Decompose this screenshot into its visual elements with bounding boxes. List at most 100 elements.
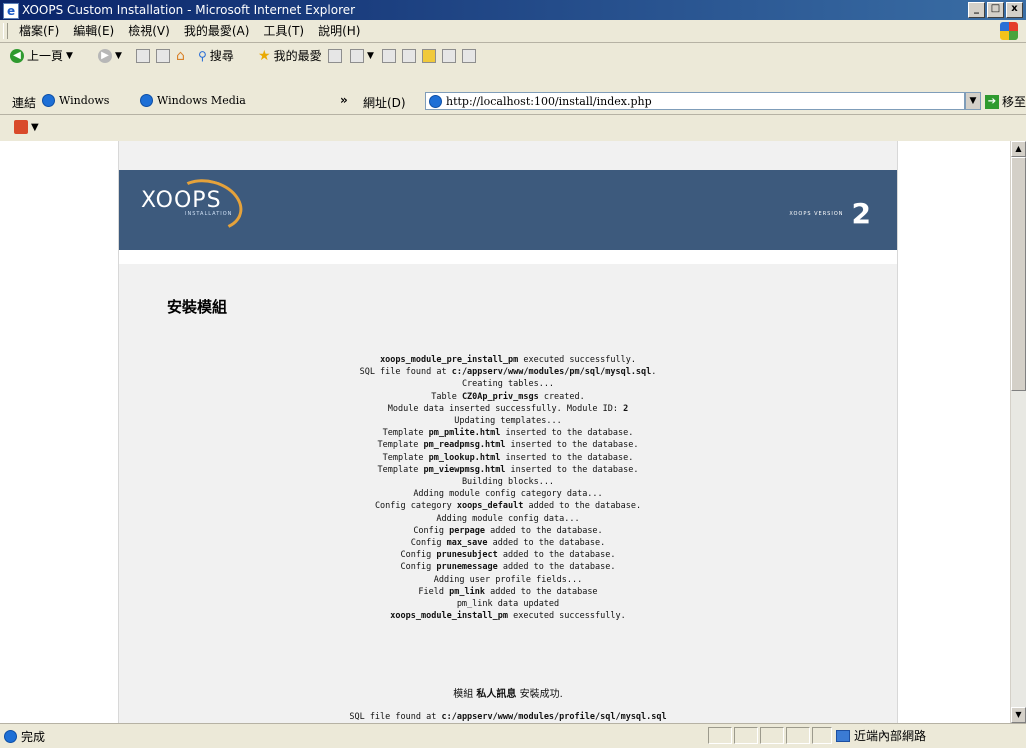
log-line: Template pm_readpmsg.html inserted to th… xyxy=(377,440,639,451)
address-bar: 連結 Windows Windows Media » 網址(D) http://… xyxy=(0,90,1026,115)
intranet-zone-icon xyxy=(836,729,850,742)
minimize-button[interactable]: _ xyxy=(968,2,985,18)
research-icon xyxy=(462,49,476,63)
version-label: XOOPS VERSION xyxy=(789,211,844,217)
standard-toolbar: ◀ 上一頁 ▼ ▶ ▼ ⌂ ⚲ 搜尋 ★ 我的最愛 ▼ xyxy=(0,43,1026,70)
search-icon: ⚲ xyxy=(198,49,207,63)
discuss-button[interactable] xyxy=(442,47,456,65)
mail-icon xyxy=(350,49,364,63)
version-badge: XOOPS VERSION 2 xyxy=(789,200,871,228)
favorites-button[interactable]: ★ 我的最愛 xyxy=(258,47,322,65)
extra-toolbar: ▼ xyxy=(0,115,1026,142)
research-button[interactable] xyxy=(462,47,476,65)
ie-page-icon xyxy=(42,94,55,107)
links-overflow-chevron[interactable]: » xyxy=(340,93,348,107)
address-dropdown-button[interactable]: ▼ xyxy=(965,92,981,110)
status-panel xyxy=(760,727,784,744)
log-line: pm_link data updated xyxy=(456,599,560,610)
partial-log-line: SQL file found at c:/appserv/www/modules… xyxy=(119,712,897,722)
title-bar: XOOPS Custom Installation - Microsoft In… xyxy=(0,0,1026,21)
log-line: Template pm_lookup.html inserted to the … xyxy=(382,452,634,463)
log-line: SQL file found at c:/appserv/www/modules… xyxy=(359,367,657,378)
vertical-scrollbar[interactable]: ▲ ▼ xyxy=(1010,141,1026,723)
messenger-button[interactable] xyxy=(422,47,436,65)
log-line: Config prunemessage added to the databas… xyxy=(400,562,616,573)
edit-button[interactable] xyxy=(402,47,416,65)
banner-stripe xyxy=(119,250,897,264)
log-line: Building blocks... xyxy=(461,477,555,488)
home-button[interactable]: ⌂ xyxy=(176,47,185,65)
ie-page-icon xyxy=(4,730,17,743)
toolbar-row-spacer xyxy=(0,69,1026,91)
toolbar-grip[interactable] xyxy=(3,23,8,39)
scroll-down-button[interactable]: ▼ xyxy=(1011,707,1026,723)
toolbar-widget[interactable]: ▼ xyxy=(14,120,39,134)
link-windows-media-label: Windows Media xyxy=(157,94,246,107)
search-label: 搜尋 xyxy=(209,49,234,63)
forward-button[interactable]: ▶ ▼ xyxy=(98,47,122,65)
menu-edit[interactable]: 編輯(E) xyxy=(66,23,121,39)
back-button[interactable]: ◀ 上一頁 ▼ xyxy=(10,47,73,65)
go-arrow-icon: ➔ xyxy=(985,94,999,109)
messenger-icon xyxy=(422,49,436,63)
menu-favorites[interactable]: 我的最愛(A) xyxy=(177,23,257,39)
log-line: Template pm_viewpmsg.html inserted to th… xyxy=(377,464,639,475)
ie-page-icon xyxy=(140,94,153,107)
log-line: Updating templates... xyxy=(454,416,562,427)
log-line: Adding module config category data... xyxy=(413,489,603,500)
forward-arrow-icon: ▶ xyxy=(98,49,112,63)
stop-button[interactable] xyxy=(136,47,150,65)
log-line: xoops_module_pre_install_pm executed suc… xyxy=(380,355,636,365)
address-url: http://localhost:100/install/index.php xyxy=(446,94,652,108)
chevron-down-icon: ▼ xyxy=(115,51,122,61)
go-button[interactable]: ➔ 移至 xyxy=(985,93,1026,110)
scroll-thumb[interactable] xyxy=(1011,157,1026,391)
version-number: 2 xyxy=(851,197,871,230)
link-windows-media[interactable]: Windows Media xyxy=(140,94,246,107)
search-button[interactable]: ⚲ 搜尋 xyxy=(198,47,234,65)
log-line: Creating tables... xyxy=(461,379,555,390)
menu-help[interactable]: 說明(H) xyxy=(311,23,367,39)
star-icon: ★ xyxy=(258,48,271,64)
refresh-button[interactable] xyxy=(156,47,170,65)
success-module-name: 私人訊息 xyxy=(476,689,517,700)
chevron-down-icon: ▼ xyxy=(31,121,39,133)
scroll-up-button[interactable]: ▲ xyxy=(1011,141,1026,157)
status-panel xyxy=(734,727,758,744)
status-bar: 完成 近端內部網路 xyxy=(0,723,1026,748)
log-line: Config perpage added to the database. xyxy=(413,525,603,536)
status-panel xyxy=(812,727,832,744)
log-line: Module data inserted successfully. Modul… xyxy=(387,403,629,414)
menu-view[interactable]: 檢視(V) xyxy=(121,23,177,39)
ie-icon xyxy=(3,1,19,21)
address-input[interactable]: http://localhost:100/install/index.php xyxy=(425,92,965,110)
address-label: 網址(D) xyxy=(363,96,406,110)
link-windows[interactable]: Windows xyxy=(42,94,109,107)
history-icon xyxy=(328,49,342,63)
mail-button[interactable]: ▼ xyxy=(350,47,374,65)
print-button[interactable] xyxy=(382,47,396,65)
favorites-label: 我的最愛 xyxy=(273,49,322,63)
menu-bar: 檔案(F) 編輯(E) 檢視(V) 我的最愛(A) 工具(T) 說明(H) xyxy=(0,20,1026,43)
go-label: 移至 xyxy=(1002,95,1026,109)
close-button[interactable]: x xyxy=(1006,2,1023,18)
security-zone: 近端內部網路 xyxy=(836,727,926,744)
log-line: Field pm_link added to the database xyxy=(418,586,598,597)
logo-swoosh-icon xyxy=(167,171,249,239)
chevron-down-icon: ▼ xyxy=(367,51,374,61)
back-label: 上一頁 xyxy=(27,49,64,63)
log-line: Adding module config data... xyxy=(436,513,580,524)
link-windows-label: Windows xyxy=(59,94,110,107)
back-arrow-icon: ◀ xyxy=(10,49,24,63)
log-line: xoops_module_install_pm executed success… xyxy=(390,611,626,622)
install-page: XOOPS INSTALLATION XOOPS VERSION 2 安裝模組 … xyxy=(118,141,898,723)
menu-tools[interactable]: 工具(T) xyxy=(256,23,311,39)
menu-file[interactable]: 檔案(F) xyxy=(12,23,66,39)
widget-icon xyxy=(14,120,28,134)
status-panel xyxy=(786,727,810,744)
page-viewport: XOOPS INSTALLATION XOOPS VERSION 2 安裝模組 … xyxy=(0,141,1010,723)
history-button[interactable] xyxy=(328,47,342,65)
windows-logo-icon xyxy=(1000,22,1018,40)
maximize-button[interactable]: □ xyxy=(987,2,1004,18)
status-text: 完成 xyxy=(21,730,46,744)
